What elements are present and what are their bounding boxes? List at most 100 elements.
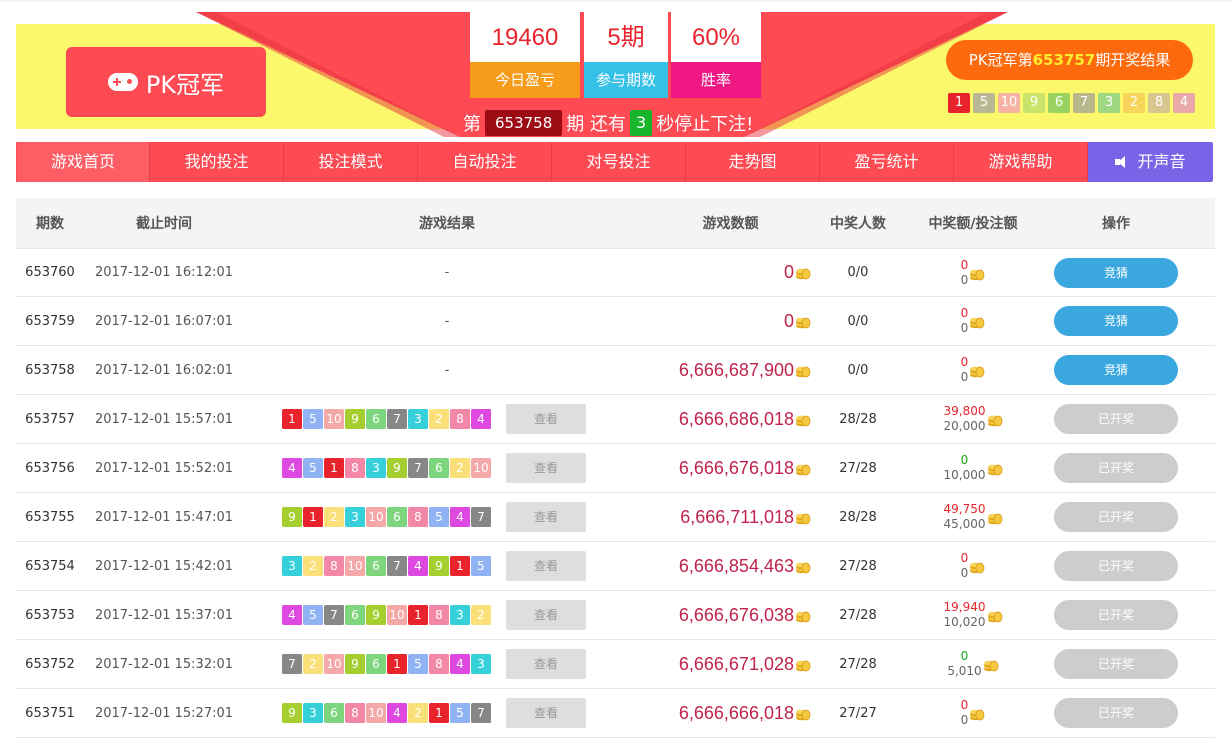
gamepad-icon: [107, 73, 138, 91]
pool-amount: 6,666,711,018: [650, 507, 813, 528]
ball-6: 6: [366, 409, 387, 429]
prize-bet: 00: [903, 306, 1043, 336]
bet-button[interactable]: 竞猜: [1054, 306, 1178, 336]
view-button[interactable]: 查看: [506, 698, 586, 728]
result-balls: 4 5 7 6 9 10 1 8 3 2: [282, 605, 492, 625]
ball-8: 8: [1148, 93, 1170, 113]
table-row: 653754 2017-12-01 15:42:01 3 2 8 10 6 7 4 9 1 5 查看 6,…: [16, 542, 1215, 591]
ball-6: 6: [345, 605, 366, 625]
game-result: 4 5 1 8 3 9 7 6 2 10 查看: [244, 453, 650, 483]
coin-icon: [796, 464, 811, 475]
coin-icon: [796, 415, 811, 426]
bet-button[interactable]: 竞猜: [1054, 355, 1178, 385]
ball-1: 1: [450, 556, 471, 576]
view-button[interactable]: 查看: [506, 600, 586, 630]
winner-count: 27/27: [839, 705, 877, 721]
game-result: -: [244, 265, 650, 280]
ball-1: 1: [408, 605, 429, 625]
coin-icon: [796, 611, 811, 622]
ball-6: 6: [429, 458, 450, 478]
bet-amount: 10,020: [943, 615, 986, 629]
bet-amount: 0: [960, 272, 969, 287]
ball-4: 4: [408, 556, 429, 576]
action: 已开奖: [1043, 698, 1215, 728]
nav-home[interactable]: 游戏首页: [16, 142, 150, 182]
coin-icon: [796, 660, 811, 671]
bet-countdown: 第 653758 期 还有 3 秒停止下注!: [463, 110, 753, 136]
ball-9: 9: [282, 703, 303, 723]
deadline-time: 2017-12-01 16:07:01: [94, 313, 234, 329]
issue-number: 653754: [25, 558, 75, 574]
table-row: 653751 2017-12-01 15:27:01 9 3 6 8 10 4 2 1 5 7 查看 6,…: [16, 689, 1215, 738]
coin-icon: [987, 513, 1002, 525]
nav-my-bets[interactable]: 我的投注: [150, 142, 284, 182]
result-balls: 9 1 2 3 10 6 8 5 4 7: [282, 507, 492, 527]
view-button[interactable]: 查看: [506, 404, 586, 434]
action: 已开奖: [1043, 649, 1215, 679]
ball-5: 5: [303, 605, 324, 625]
drawn-button[interactable]: 已开奖: [1054, 502, 1178, 532]
coin-icon: [796, 513, 811, 524]
bet-amount: 0: [960, 566, 969, 580]
ball-4: 4: [471, 409, 492, 429]
nav-profit-stats[interactable]: 盈亏统计: [820, 142, 954, 182]
drawn-button[interactable]: 已开奖: [1054, 698, 1178, 728]
view-button[interactable]: 查看: [506, 649, 586, 679]
view-button[interactable]: 查看: [506, 551, 586, 581]
drawn-button[interactable]: 已开奖: [1054, 404, 1178, 434]
nav-game-help[interactable]: 游戏帮助: [954, 142, 1088, 182]
ball-8: 8: [345, 458, 366, 478]
prize-bet: 00: [903, 698, 1043, 728]
bet-button[interactable]: 竞猜: [1054, 257, 1178, 288]
ball-2: 2: [450, 458, 471, 478]
ball-2: 2: [408, 703, 429, 723]
ball-4: 4: [1173, 93, 1195, 113]
result-empty: -: [444, 265, 450, 280]
winner-count: 27/28: [839, 607, 877, 623]
prize-bet: 0 10,000: [903, 453, 1043, 483]
nav-bet-mode[interactable]: 投注模式: [284, 142, 418, 182]
pool-amount: 6,666,687,900: [650, 360, 813, 381]
ball-9: 9: [1023, 93, 1045, 113]
game-logo[interactable]: PK冠军: [66, 47, 266, 117]
winner-count: 27/28: [839, 558, 877, 574]
bet-amount: 45,000: [943, 517, 986, 531]
sound-toggle-button[interactable]: 开声音: [1088, 142, 1213, 182]
ball-7: 7: [324, 605, 345, 625]
latest-result-title[interactable]: PK冠军第653757期开奖结果: [946, 40, 1193, 80]
results-table: 期数 截止时间 游戏结果 游戏数额 中奖人数 中奖额/投注额 操作 653760…: [16, 198, 1215, 738]
winner-count: 27/28: [839, 656, 877, 672]
winner-count: 0/0: [847, 265, 869, 280]
deadline-time: 2017-12-01 16:12:01: [94, 265, 234, 280]
countdown-mid: 期 还有: [566, 114, 626, 135]
issue-number: 653756: [25, 460, 75, 476]
drawn-button[interactable]: 已开奖: [1054, 649, 1178, 679]
issue-number: 653755: [25, 509, 75, 525]
prize-bet: 49,750 45,000: [903, 502, 1043, 532]
drawn-button[interactable]: 已开奖: [1054, 600, 1178, 630]
coin-icon: [796, 317, 811, 328]
nav-auto-bet[interactable]: 自动投注: [418, 142, 552, 182]
ball-7: 7: [282, 654, 303, 674]
col-issue: 期数: [36, 216, 64, 232]
ball-1: 1: [324, 458, 345, 478]
ball-5: 5: [450, 703, 471, 723]
stat-win-rate: 60% 胜率: [671, 12, 761, 98]
action: 已开奖: [1043, 600, 1215, 630]
drawn-button[interactable]: 已开奖: [1054, 453, 1178, 483]
nav-number-bet[interactable]: 对号投注: [552, 142, 686, 182]
view-button[interactable]: 查看: [506, 502, 586, 532]
view-button[interactable]: 查看: [506, 453, 586, 483]
ball-5: 5: [973, 93, 995, 113]
result-balls: 9 3 6 8 10 4 2 1 5 7: [282, 703, 492, 723]
nav-trend-chart[interactable]: 走势图: [686, 142, 820, 182]
deadline-time: 2017-12-01 15:37:01: [94, 607, 234, 623]
drawn-button[interactable]: 已开奖: [1054, 551, 1178, 581]
stat-value: 60%: [691, 24, 741, 51]
ball-10: 10: [998, 93, 1020, 113]
ball-10: 10: [471, 458, 492, 478]
ball-9: 9: [429, 556, 450, 576]
deadline-time: 2017-12-01 15:32:01: [94, 656, 234, 672]
pool-value: 6,666,676,038: [678, 604, 794, 625]
issue-number: 653751: [25, 705, 75, 721]
